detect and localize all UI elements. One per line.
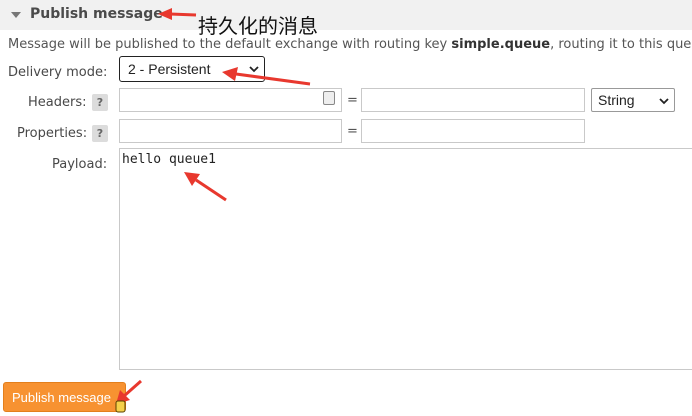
section-title: Publish message [30,6,163,22]
payload-textarea[interactable]: hello queue1 [119,148,692,370]
properties-label: Properties: [17,126,88,141]
properties-equals: = [347,124,358,139]
payload-label: Payload: [52,157,108,172]
header-type-select[interactable]: String [591,88,675,112]
publish-section-header[interactable]: Publish message [0,0,692,30]
annotation-text: 持久化的消息 [198,14,318,38]
properties-help-button[interactable]: ? [92,125,108,142]
routing-info: Message will be published to the default… [8,37,691,52]
publish-message-button[interactable]: Publish message [3,382,126,412]
chevron-down-icon [659,98,669,105]
routing-info-prefix: Message will be published to the default… [8,37,452,52]
headers-label: Headers: [28,95,87,110]
routing-info-suffix: , routing it to this que [550,37,692,52]
property-key-input[interactable] [119,119,342,143]
delivery-mode-label: Delivery mode: [8,65,108,80]
routing-key: simple.queue [451,37,551,52]
chevron-down-icon [249,66,259,73]
headers-help-button[interactable]: ? [92,94,108,111]
delivery-mode-select[interactable]: 2 - Persistent [119,56,265,82]
headers-equals: = [347,93,358,108]
add-header-icon[interactable] [323,91,335,105]
collapse-triangle-icon[interactable] [11,12,21,18]
header-key-input[interactable] [119,88,342,112]
header-value-input[interactable] [361,88,585,112]
header-type-value: String [598,92,635,108]
property-value-input[interactable] [361,119,585,143]
delivery-mode-value: 2 - Persistent [128,61,211,77]
